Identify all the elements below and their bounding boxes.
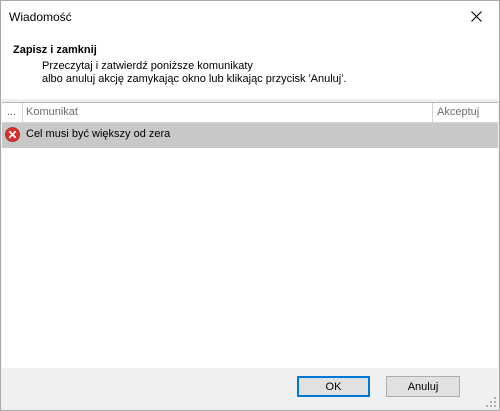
cancel-button[interactable]: Anuluj bbox=[386, 376, 460, 397]
column-header-indicator[interactable]: ... bbox=[2, 103, 23, 122]
table-row[interactable]: Cel musi być większy od zera bbox=[2, 123, 498, 148]
error-icon bbox=[5, 126, 20, 145]
row-indicator-cell bbox=[2, 123, 23, 148]
column-header-message[interactable]: Komunikat bbox=[23, 103, 433, 122]
description-line-1: Przeczytaj i zatwierdź poniższe komunika… bbox=[42, 60, 253, 72]
row-message: Cel musi być większy od zera bbox=[26, 128, 171, 140]
window-title: Wiadomość bbox=[9, 10, 72, 24]
column-header-accept[interactable]: Akceptuj bbox=[433, 103, 498, 122]
message-dialog: Wiadomość Zapisz i zamknij Przeczytaj i … bbox=[0, 0, 500, 411]
close-button[interactable] bbox=[453, 1, 499, 32]
messages-grid: ... Komunikat Akceptuj Cel musi być więk… bbox=[2, 102, 498, 369]
dialog-footer: OK Anuluj bbox=[1, 368, 499, 410]
header-title: Zapisz i zamknij bbox=[13, 44, 97, 56]
header-panel: Zapisz i zamknij Przeczytaj i zatwierdź … bbox=[1, 32, 499, 99]
ok-button[interactable]: OK bbox=[297, 376, 370, 397]
description-line-2: albo anuluj akcję zamykając okno lub kli… bbox=[42, 73, 347, 85]
header-description: Przeczytaj i zatwierdź poniższe komunika… bbox=[42, 60, 346, 86]
resize-grip-icon[interactable] bbox=[485, 396, 497, 408]
grid-header: ... Komunikat Akceptuj bbox=[2, 103, 498, 123]
title-bar: Wiadomość bbox=[1, 1, 499, 32]
close-icon bbox=[470, 11, 482, 22]
